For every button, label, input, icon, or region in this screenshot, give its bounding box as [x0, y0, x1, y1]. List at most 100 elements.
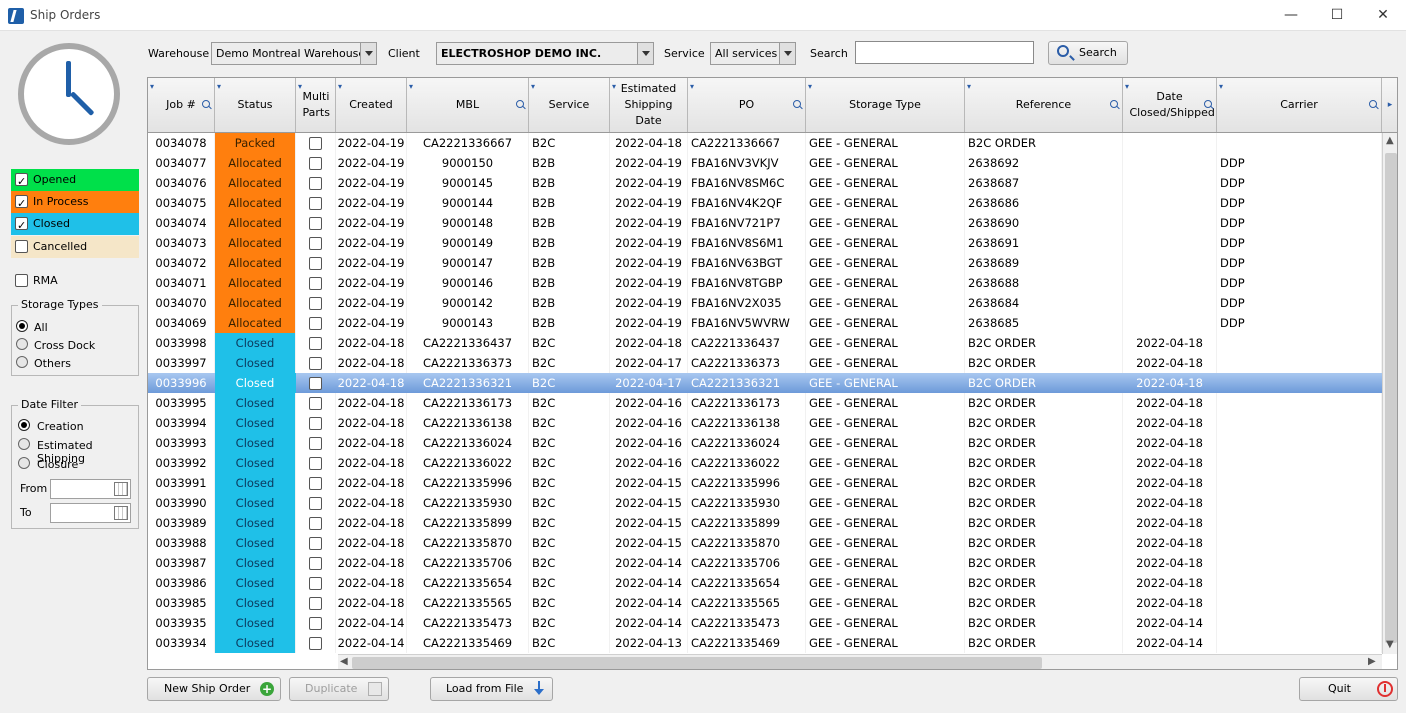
scroll-up-icon[interactable]: ▲ — [1386, 135, 1394, 146]
multi-parts-checkbox[interactable] — [309, 257, 322, 270]
column-header-job[interactable]: ▾ Job # — [148, 78, 215, 132]
vertical-scrollbar[interactable]: ▲ ▼ — [1382, 133, 1397, 654]
table-row[interactable]: 0033935 Closed 2022-04-14 CA2221335473 B2C 20… — [148, 613, 1382, 633]
multi-parts-checkbox[interactable] — [309, 517, 322, 530]
table-row[interactable]: 0034075 Allocated 2022-04-19 9000144 B2B 2022… — [148, 193, 1382, 213]
table-row[interactable]: 0033934 Closed 2022-04-14 CA2221335469 B2C 20… — [148, 633, 1382, 653]
minimize-button[interactable]: — — [1268, 0, 1314, 31]
table-row[interactable]: 0033998 Closed 2022-04-18 CA2221336437 B2C 20… — [148, 333, 1382, 353]
filter-icon[interactable]: ▾ — [217, 79, 221, 95]
multi-parts-checkbox[interactable] — [309, 397, 322, 410]
duplicate-button[interactable]: Duplicate — [289, 677, 389, 701]
status-filter-cancelled[interactable]: Cancelled — [11, 236, 139, 258]
table-row[interactable]: 0033988 Closed 2022-04-18 CA2221335870 B2C 20… — [148, 533, 1382, 553]
date-closure-radio[interactable] — [18, 457, 30, 469]
column-header-est[interactable]: ▾ Estimated Shipping Date — [610, 78, 688, 132]
table-row[interactable]: 0033985 Closed 2022-04-18 CA2221335565 B2C 20… — [148, 593, 1382, 613]
column-header-storage[interactable]: ▾ Storage Type — [806, 78, 965, 132]
multi-parts-checkbox[interactable] — [309, 217, 322, 230]
horizontal-scroll-thumb[interactable] — [352, 657, 1042, 669]
chevron-down-icon[interactable] — [779, 43, 795, 64]
multi-parts-checkbox[interactable] — [309, 557, 322, 570]
column-header-status[interactable]: ▾ Status — [215, 78, 296, 132]
column-header-multi[interactable]: ▾ Multi Parts — [296, 78, 336, 132]
column-header-closed[interactable]: ▾ Date Closed/Shipped — [1123, 78, 1217, 132]
table-row[interactable]: 0033994 Closed 2022-04-18 CA2221336138 B2C 20… — [148, 413, 1382, 433]
warehouse-select[interactable]: Demo Montreal Warehouse — [211, 42, 377, 65]
date-to-input[interactable] — [50, 503, 131, 523]
search-icon[interactable] — [1369, 100, 1377, 108]
multi-parts-checkbox[interactable] — [309, 177, 322, 190]
more-columns-icon[interactable]: ▸ — [1382, 78, 1397, 132]
load-from-file-button[interactable]: Load from File — [430, 677, 553, 701]
multi-parts-checkbox[interactable] — [309, 537, 322, 550]
storage-others-radio[interactable] — [16, 356, 28, 368]
scroll-down-icon[interactable]: ▼ — [1386, 639, 1394, 650]
multi-parts-checkbox[interactable] — [309, 137, 322, 150]
horizontal-scrollbar[interactable]: ◀ ▶ — [338, 654, 1382, 669]
table-row[interactable]: 0033993 Closed 2022-04-18 CA2221336024 B2C 20… — [148, 433, 1382, 453]
search-icon[interactable] — [516, 100, 524, 108]
column-header-reference[interactable]: ▾ Reference — [965, 78, 1123, 132]
column-header-carrier[interactable]: ▾ Carrier — [1217, 78, 1382, 132]
search-button[interactable]: Search — [1048, 41, 1128, 65]
filter-icon[interactable]: ▾ — [409, 79, 413, 95]
table-row[interactable]: 0034071 Allocated 2022-04-19 9000146 B2B 2022… — [148, 273, 1382, 293]
checkbox-icon[interactable] — [15, 193, 28, 215]
column-header-mbl[interactable]: ▾ MBL — [407, 78, 529, 132]
multi-parts-checkbox[interactable] — [309, 617, 322, 630]
table-row[interactable]: 0034069 Allocated 2022-04-19 9000143 B2B 2022… — [148, 313, 1382, 333]
chevron-down-icon[interactable] — [637, 43, 653, 64]
close-window-button[interactable]: ✕ — [1360, 0, 1406, 31]
client-select[interactable]: ELECTROSHOP DEMO INC. — [436, 42, 654, 65]
date-from-input[interactable] — [50, 479, 131, 499]
table-row[interactable]: 0033989 Closed 2022-04-18 CA2221335899 B2C 20… — [148, 513, 1382, 533]
storage-all-radio[interactable] — [16, 320, 28, 332]
multi-parts-checkbox[interactable] — [309, 477, 322, 490]
search-icon[interactable] — [1110, 100, 1118, 108]
filter-icon[interactable]: ▾ — [298, 79, 302, 95]
column-header-created[interactable]: ▾ Created — [336, 78, 407, 132]
table-row[interactable]: 0033991 Closed 2022-04-18 CA2221335996 B2C 20… — [148, 473, 1382, 493]
service-select[interactable]: All services — [710, 42, 796, 65]
table-row[interactable]: 0033990 Closed 2022-04-18 CA2221335930 B2C 20… — [148, 493, 1382, 513]
table-row[interactable]: 0034077 Allocated 2022-04-19 9000150 B2B 2022… — [148, 153, 1382, 173]
status-filter-opened[interactable]: Opened — [11, 169, 139, 193]
table-row[interactable]: 0034072 Allocated 2022-04-19 9000147 B2B 2022… — [148, 253, 1382, 273]
multi-parts-checkbox[interactable] — [309, 437, 322, 450]
multi-parts-checkbox[interactable] — [309, 597, 322, 610]
calendar-icon[interactable] — [114, 506, 128, 520]
multi-parts-checkbox[interactable] — [309, 297, 322, 310]
multi-parts-checkbox[interactable] — [309, 277, 322, 290]
filter-icon[interactable]: ▾ — [531, 79, 535, 95]
search-icon[interactable] — [202, 100, 210, 108]
checkbox-icon[interactable] — [15, 171, 28, 193]
table-row[interactable]: 0033995 Closed 2022-04-18 CA2221336173 B2C 20… — [148, 393, 1382, 413]
filter-icon[interactable]: ▾ — [808, 79, 812, 95]
checkbox-icon[interactable] — [15, 240, 28, 253]
rma-checkbox[interactable] — [15, 274, 28, 287]
filter-icon[interactable]: ▾ — [1219, 79, 1223, 95]
multi-parts-checkbox[interactable] — [309, 457, 322, 470]
rma-filter[interactable]: RMA — [11, 270, 139, 292]
filter-icon[interactable]: ▾ — [1125, 79, 1129, 95]
multi-parts-checkbox[interactable] — [309, 197, 322, 210]
table-row[interactable]: 0034070 Allocated 2022-04-19 9000142 B2B 2022… — [148, 293, 1382, 313]
multi-parts-checkbox[interactable] — [309, 237, 322, 250]
date-creation-radio[interactable] — [18, 419, 30, 431]
scroll-right-icon[interactable]: ▶ — [1368, 656, 1376, 667]
table-row[interactable]: 0033986 Closed 2022-04-18 CA2221335654 B2C 20… — [148, 573, 1382, 593]
column-header-service[interactable]: ▾ Service — [529, 78, 610, 132]
multi-parts-checkbox[interactable] — [309, 317, 322, 330]
filter-icon[interactable]: ▾ — [338, 79, 342, 95]
multi-parts-checkbox[interactable] — [309, 417, 322, 430]
status-filter-closed[interactable]: Closed — [11, 213, 139, 237]
table-row[interactable]: 0033992 Closed 2022-04-18 CA2221336022 B2C 20… — [148, 453, 1382, 473]
multi-parts-checkbox[interactable] — [309, 497, 322, 510]
multi-parts-checkbox[interactable] — [309, 377, 322, 390]
multi-parts-checkbox[interactable] — [309, 637, 322, 650]
table-row[interactable]: 0034078 Packed 2022-04-19 CA2221336667 B2C 20… — [148, 133, 1382, 153]
date-estimated-shipping-radio[interactable] — [18, 438, 30, 450]
filter-icon[interactable]: ▾ — [150, 79, 154, 95]
table-row[interactable]: 0033996 Closed 2022-04-18 CA2221336321 B2C 20… — [148, 373, 1382, 393]
